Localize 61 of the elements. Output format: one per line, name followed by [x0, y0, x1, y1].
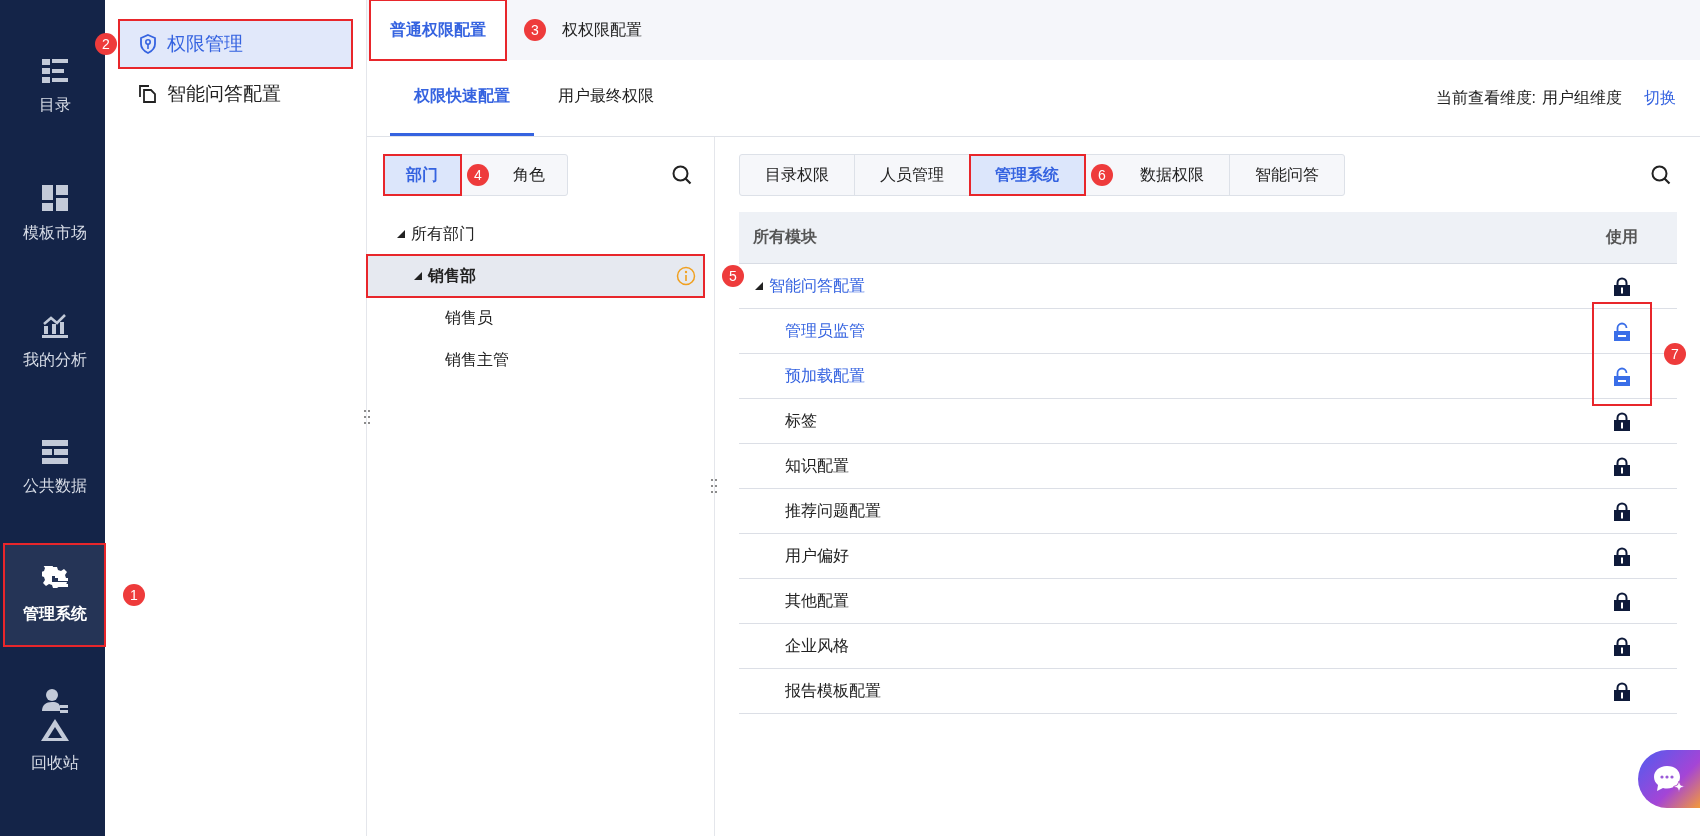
callout-badge: 7: [1664, 342, 1686, 365]
chat-assistant-button[interactable]: [1638, 750, 1700, 808]
search-icon[interactable]: [672, 165, 692, 185]
tab[interactable]: 用户最终权限: [534, 60, 678, 136]
search-icon[interactable]: [1651, 165, 1671, 185]
lock-icon[interactable]: [1614, 591, 1630, 611]
module-name: 管理员监管: [785, 320, 865, 341]
sidebar-item[interactable]: 智能问答配置: [119, 70, 352, 118]
lock-icon[interactable]: [1614, 501, 1630, 521]
segment-tab[interactable]: 管理系统: [970, 155, 1085, 195]
segment-tab[interactable]: 智能问答: [1230, 155, 1344, 195]
lock-icon[interactable]: [1614, 681, 1630, 701]
module-name: 知识配置: [785, 455, 849, 476]
tree-item[interactable]: 所有部门: [367, 213, 704, 255]
copy-icon: [139, 85, 157, 103]
lock-icon[interactable]: [1614, 636, 1630, 656]
lock-icon[interactable]: [1614, 456, 1630, 476]
column-header: 使用: [1604, 227, 1639, 247]
tab[interactable]: 权限快速配置: [390, 60, 534, 136]
nav-item[interactable]: 管理系统: [4, 544, 105, 646]
module-name: 智能问答配置: [769, 275, 865, 296]
unlocked-lock-icon[interactable]: [1614, 366, 1630, 386]
view-dimension-value: 用户组维度: [1542, 87, 1622, 108]
drag-handle-icon[interactable]: [364, 409, 370, 425]
sidebar-item[interactable]: 权限管理: [119, 20, 352, 68]
segment-tab[interactable]: 角色: [491, 155, 567, 195]
lock-icon[interactable]: [1614, 546, 1630, 566]
module-name: 预加载配置: [785, 365, 865, 386]
callout-badge: 5: [722, 265, 744, 287]
callout-badge: 1: [123, 584, 145, 606]
shield-icon: [139, 34, 157, 54]
segment-tab[interactable]: 部门: [384, 155, 461, 195]
tree-item[interactable]: 销售主管: [367, 339, 704, 381]
segment-tab[interactable]: 数据权限: [1115, 155, 1230, 195]
lock-icon[interactable]: [1614, 411, 1630, 431]
nav-icon: [41, 184, 68, 211]
switch-link[interactable]: 切换: [1644, 87, 1676, 109]
nav-icon: [41, 311, 68, 338]
segment-tab[interactable]: 目录权限: [740, 155, 855, 195]
drag-handle-icon[interactable]: [711, 478, 717, 494]
module-name: 报告模板配置: [785, 680, 881, 701]
module-name: 其他配置: [785, 590, 849, 611]
module-name: 企业风格: [785, 635, 849, 656]
nav-item[interactable]: 我的分析: [4, 290, 105, 392]
chat-bubble-icon: [1652, 764, 1686, 794]
module-name: 用户偏好: [785, 545, 849, 566]
tree-item[interactable]: 销售员: [367, 297, 704, 339]
view-dimension-label: 当前查看维度:: [1435, 87, 1536, 108]
module-name: 标签: [785, 410, 817, 431]
nav-item[interactable]: 回收站: [4, 671, 105, 791]
nav-icon: [41, 58, 68, 83]
callout-badge: 2: [95, 33, 117, 55]
column-header: 所有模块: [752, 227, 817, 247]
tree-item[interactable]: 销售部: [367, 255, 704, 297]
nav-item[interactable]: 模板市场: [4, 163, 105, 265]
tab[interactable]: 普通权限配置: [370, 0, 506, 60]
unlocked-lock-icon[interactable]: [1614, 321, 1630, 341]
lock-icon[interactable]: [1614, 276, 1630, 296]
nav-icon: [41, 439, 68, 464]
module-name: 推荐问题配置: [785, 500, 881, 521]
nav-item[interactable]: 公共数据: [4, 417, 105, 519]
